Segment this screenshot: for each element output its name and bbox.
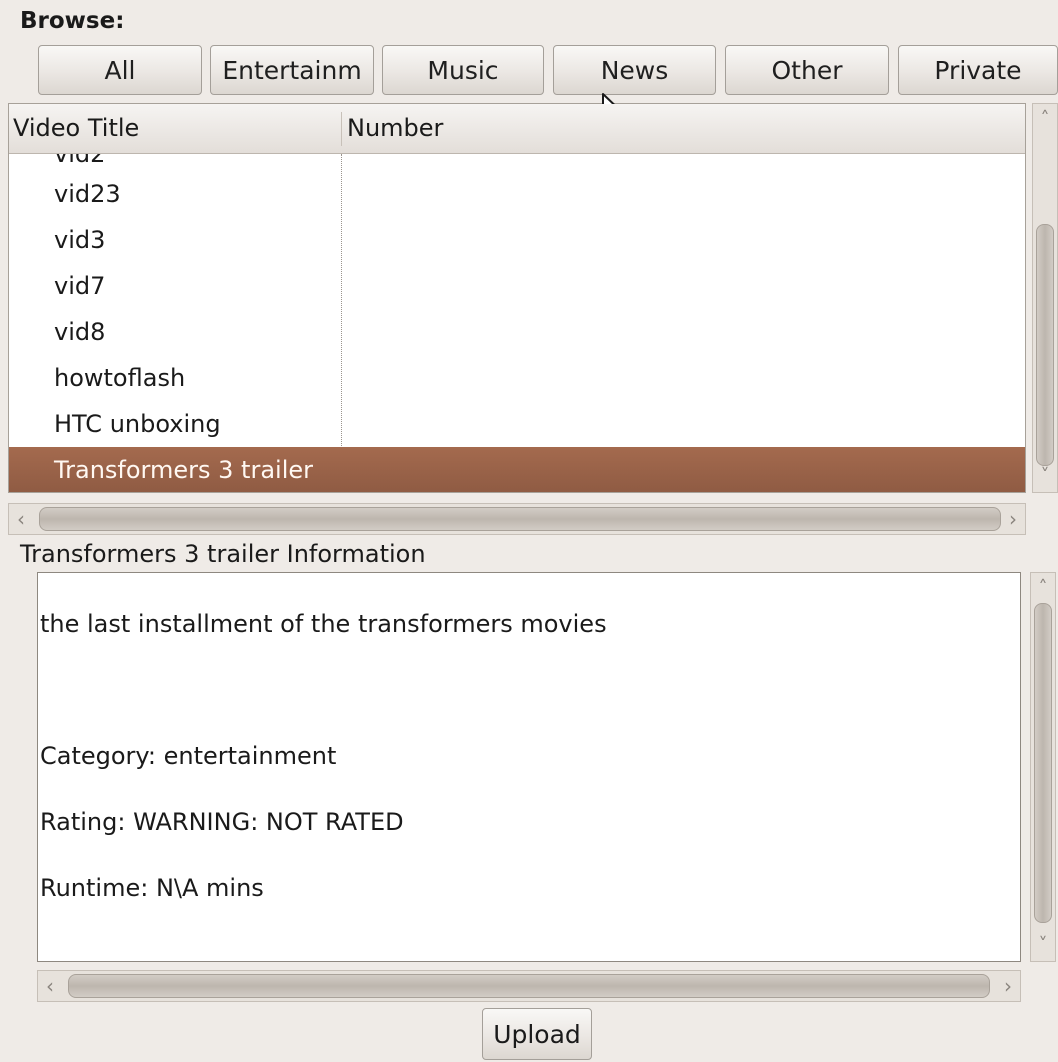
- list-horizontal-scrollbar[interactable]: ‹ ›: [8, 503, 1026, 535]
- list-item-title: vid8: [54, 318, 106, 346]
- category-button-news[interactable]: News: [553, 45, 716, 95]
- list-item[interactable]: vid3: [9, 217, 1025, 263]
- info-rating: Rating: WARNING: NOT RATED: [40, 808, 404, 836]
- scrollbar-thumb[interactable]: [1034, 603, 1052, 923]
- column-header-video-title[interactable]: Video Title: [9, 104, 339, 153]
- scroll-up-icon[interactable]: ˄: [1031, 577, 1055, 598]
- scroll-up-icon[interactable]: ˄: [1033, 108, 1057, 129]
- category-button-entertainment[interactable]: Entertainm: [210, 45, 374, 95]
- scrollbar-thumb[interactable]: [39, 507, 1001, 531]
- scrollbar-thumb[interactable]: [68, 974, 990, 998]
- list-item[interactable]: howtoflash: [9, 355, 1025, 401]
- list-item[interactable]: vid23: [9, 171, 1025, 217]
- scrollbar-thumb[interactable]: [1036, 224, 1054, 466]
- info-runtime: Runtime: N\A mins: [40, 874, 264, 902]
- list-item-title: vid23: [54, 180, 121, 208]
- list-vertical-scrollbar[interactable]: ˄ ˅: [1032, 103, 1058, 493]
- category-button-music[interactable]: Music: [382, 45, 544, 95]
- scroll-left-icon[interactable]: ‹: [17, 504, 25, 534]
- list-item-title: vid7: [54, 272, 106, 300]
- info-category: Category: entertainment: [40, 742, 337, 770]
- list-item-title: Transformers 3 trailer: [54, 456, 313, 484]
- category-button-other[interactable]: Other: [725, 45, 889, 95]
- category-button-all[interactable]: All: [38, 45, 202, 95]
- scroll-down-icon[interactable]: ˅: [1031, 934, 1055, 955]
- info-heading: Transformers 3 trailer Information: [20, 540, 426, 568]
- list-item-title: howtoflash: [54, 364, 186, 392]
- list-header-overlay: Video Title Number: [9, 104, 1025, 154]
- list-item-title: HTC unboxing: [54, 410, 221, 438]
- info-vertical-scrollbar[interactable]: ˄ ˅: [1030, 572, 1056, 962]
- info-blank-line: [40, 674, 1020, 707]
- info-horizontal-scrollbar[interactable]: ‹ ›: [37, 970, 1021, 1002]
- video-list[interactable]: Video Title Number vid2 Video Title Numb…: [8, 103, 1026, 493]
- scroll-right-icon[interactable]: ›: [1009, 504, 1017, 534]
- info-text-area[interactable]: the last installment of the transformers…: [37, 572, 1021, 962]
- list-item[interactable]: vid8: [9, 309, 1025, 355]
- info-description: the last installment of the transformers…: [40, 610, 607, 638]
- scroll-left-icon[interactable]: ‹: [46, 971, 54, 1001]
- upload-button[interactable]: Upload: [482, 1008, 592, 1060]
- category-button-private[interactable]: Private: [898, 45, 1058, 95]
- browse-label: Browse:: [20, 8, 125, 34]
- list-item-title: vid3: [54, 226, 106, 254]
- scroll-right-icon[interactable]: ›: [1004, 971, 1012, 1001]
- list-item[interactable]: vid7: [9, 263, 1025, 309]
- scroll-down-icon[interactable]: ˅: [1033, 465, 1057, 486]
- column-divider[interactable]: [341, 112, 342, 146]
- list-item-selected[interactable]: Transformers 3 trailer: [9, 447, 1025, 492]
- list-item[interactable]: HTC unboxing: [9, 401, 1025, 447]
- column-header-number[interactable]: Number: [343, 104, 947, 153]
